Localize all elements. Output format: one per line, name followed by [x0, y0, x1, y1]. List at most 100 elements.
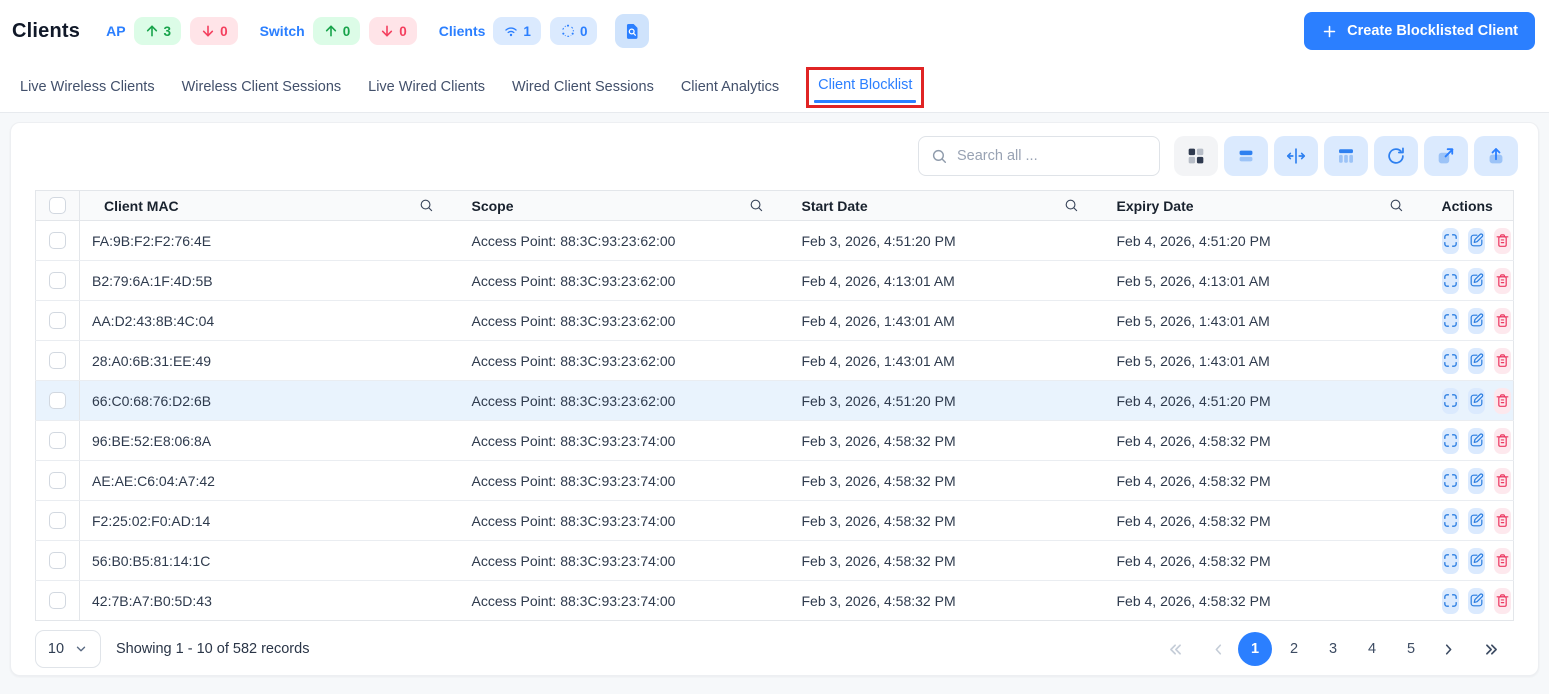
delete-row-button[interactable] — [1493, 347, 1511, 374]
tab-wired-client-sessions[interactable]: Wired Client Sessions — [512, 79, 654, 95]
tab-live-wired-clients[interactable]: Live Wired Clients — [368, 79, 485, 95]
prev-page-button[interactable] — [1201, 632, 1235, 666]
column-header-client-mac: Client MAC — [104, 197, 179, 214]
delete-row-button[interactable] — [1493, 427, 1511, 454]
delete-row-button[interactable] — [1493, 227, 1511, 254]
row-checkbox[interactable] — [49, 432, 66, 450]
mesh-network-icon — [560, 23, 576, 37]
tab-client-blocklist[interactable]: Client Blocklist — [806, 66, 925, 108]
first-page-button[interactable] — [1158, 632, 1192, 666]
card-view-button[interactable] — [1174, 136, 1218, 176]
arrow-up-icon — [325, 25, 336, 37]
expand-row-button[interactable] — [1441, 467, 1459, 494]
table-row: AE:AE:C6:04:A7:42 Access Point: 88:3C:93… — [35, 460, 1514, 501]
edit-row-button[interactable] — [1467, 427, 1485, 454]
expand-row-button[interactable] — [1441, 507, 1459, 534]
edit-row-button[interactable] — [1467, 267, 1485, 294]
column-search-icon[interactable] — [1389, 198, 1404, 213]
blocklist-card: Client MAC Scope Start Date Expiry Date … — [10, 122, 1539, 676]
switch-up-count: 0 — [342, 23, 351, 39]
tab-wireless-client-sessions[interactable]: Wireless Client Sessions — [182, 79, 342, 95]
row-actions — [1441, 347, 1511, 374]
row-checkbox[interactable] — [49, 512, 66, 530]
expiry-date-value: Feb 5, 2026, 1:43:01 AM — [1116, 352, 1270, 369]
next-page-button[interactable] — [1431, 632, 1465, 666]
start-date-value: Feb 3, 2026, 4:58:32 PM — [801, 552, 956, 569]
export-button[interactable] — [1474, 136, 1518, 176]
plus-icon — [1323, 25, 1336, 37]
ap-down-count: 0 — [220, 23, 228, 39]
start-date-value: Feb 3, 2026, 4:58:32 PM — [801, 472, 956, 489]
row-checkbox[interactable] — [49, 232, 66, 250]
edit-row-button[interactable] — [1467, 347, 1485, 374]
fit-columns-button[interactable] — [1274, 136, 1318, 176]
edit-row-button[interactable] — [1467, 227, 1485, 254]
wireless-clients-badge: 1 — [493, 17, 541, 45]
edit-icon — [1470, 393, 1483, 407]
expand-row-button[interactable] — [1441, 347, 1459, 374]
page-1-button[interactable]: 1 — [1238, 632, 1272, 666]
column-search-icon[interactable] — [1064, 198, 1079, 213]
delete-row-button[interactable] — [1493, 267, 1511, 294]
refresh-button[interactable] — [1374, 136, 1418, 176]
chevron-left-icon — [1215, 643, 1221, 655]
expand-row-button[interactable] — [1441, 227, 1459, 254]
column-search-icon[interactable] — [419, 198, 434, 213]
expand-row-button[interactable] — [1441, 587, 1459, 614]
open-new-button[interactable] — [1424, 136, 1468, 176]
row-checkbox[interactable] — [49, 392, 66, 410]
select-all-checkbox[interactable] — [49, 197, 66, 215]
blocklist-table-wrap: Client MAC Scope Start Date Expiry Date … — [35, 190, 1514, 621]
edit-row-button[interactable] — [1467, 307, 1485, 334]
expiry-date-value: Feb 4, 2026, 4:58:32 PM — [1116, 552, 1271, 569]
delete-icon — [1496, 434, 1508, 447]
page-size-select[interactable]: 10 — [35, 630, 101, 668]
page-3-button[interactable]: 3 — [1316, 632, 1350, 666]
row-checkbox[interactable] — [49, 472, 66, 490]
page-4-button[interactable]: 4 — [1355, 632, 1389, 666]
edit-row-button[interactable] — [1467, 387, 1485, 414]
row-actions — [1441, 267, 1511, 294]
expand-icon — [1443, 234, 1457, 247]
edit-row-button[interactable] — [1467, 547, 1485, 574]
expand-row-button[interactable] — [1441, 427, 1459, 454]
row-density-button[interactable] — [1224, 136, 1268, 176]
search-input[interactable] — [957, 148, 1147, 164]
expand-row-button[interactable] — [1441, 547, 1459, 574]
expiry-date-value: Feb 4, 2026, 4:51:20 PM — [1116, 232, 1271, 249]
edit-row-button[interactable] — [1467, 587, 1485, 614]
export-icon — [1489, 148, 1503, 164]
records-summary: Showing 1 - 10 of 582 records — [116, 641, 310, 657]
row-checkbox[interactable] — [49, 352, 66, 370]
fit-columns-icon — [1286, 148, 1306, 164]
row-checkbox[interactable] — [49, 592, 66, 610]
column-search-icon[interactable] — [749, 198, 764, 213]
delete-row-button[interactable] — [1493, 467, 1511, 494]
delete-row-button[interactable] — [1493, 507, 1511, 534]
edit-row-button[interactable] — [1467, 467, 1485, 494]
edit-row-button[interactable] — [1467, 507, 1485, 534]
expand-row-button[interactable] — [1441, 387, 1459, 414]
tab-live-wireless-clients[interactable]: Live Wireless Clients — [20, 79, 155, 95]
mesh-clients-badge: 0 — [549, 17, 598, 45]
row-checkbox[interactable] — [49, 312, 66, 330]
table-columns-button[interactable] — [1324, 136, 1368, 176]
row-checkbox[interactable] — [49, 552, 66, 570]
page-2-button[interactable]: 2 — [1277, 632, 1311, 666]
page-5-button[interactable]: 5 — [1394, 632, 1428, 666]
delete-row-button[interactable] — [1493, 547, 1511, 574]
edit-icon — [1470, 473, 1483, 487]
create-blocklisted-client-button[interactable]: Create Blocklisted Client — [1304, 12, 1535, 50]
client-search-report-button[interactable] — [615, 14, 650, 48]
delete-row-button[interactable] — [1493, 387, 1511, 414]
last-page-button[interactable] — [1474, 632, 1508, 666]
client-mac-value: FA:9B:F2:F2:76:4E — [92, 232, 212, 249]
client-mac-value: 96:BE:52:E8:06:8A — [92, 432, 212, 449]
tab-client-analytics[interactable]: Client Analytics — [681, 79, 779, 95]
delete-row-button[interactable] — [1493, 587, 1511, 614]
expand-row-button[interactable] — [1441, 307, 1459, 334]
row-checkbox[interactable] — [49, 272, 66, 290]
delete-row-button[interactable] — [1493, 307, 1511, 334]
expand-row-button[interactable] — [1441, 267, 1459, 294]
wireless-clients-count: 1 — [523, 23, 531, 39]
